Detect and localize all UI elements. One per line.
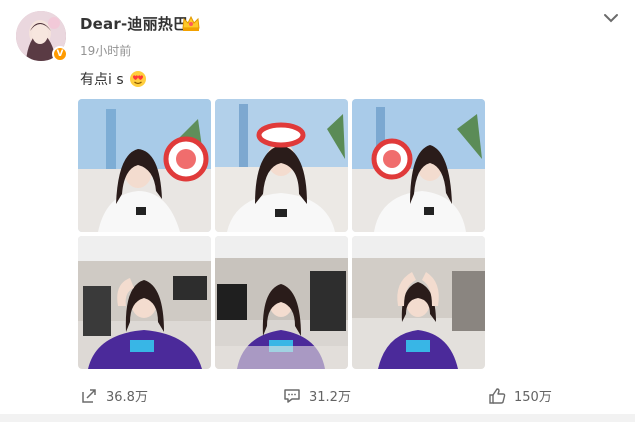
card-divider <box>0 414 635 422</box>
forward-button[interactable]: 36.8万 <box>80 386 148 405</box>
comment-count: 31.2万 <box>309 390 351 405</box>
crown-emoji-icon <box>182 15 200 31</box>
photo-3[interactable] <box>352 99 485 232</box>
chevron-down-icon[interactable] <box>603 12 619 24</box>
weibo-post-card: V Dear-迪丽热巴 19小时前 有点i s 36.8万 31.2万 150万 <box>0 0 635 422</box>
username[interactable]: Dear-迪丽热巴 <box>80 13 188 34</box>
verified-badge-icon: V <box>52 46 68 62</box>
photo-5[interactable] <box>215 236 348 369</box>
comment-button[interactable]: 31.2万 <box>283 386 351 405</box>
action-bar: 36.8万 31.2万 150万 <box>0 378 635 414</box>
heart-eyes-emoji-icon <box>129 71 146 87</box>
photo-1[interactable] <box>78 99 211 232</box>
like-count: 150万 <box>514 390 552 405</box>
like-button[interactable]: 150万 <box>488 386 552 405</box>
forward-count: 36.8万 <box>106 390 148 405</box>
photo-grid <box>78 99 486 369</box>
photo-4[interactable] <box>78 236 211 369</box>
post-timestamp[interactable]: 19小时前 <box>80 42 131 59</box>
post-text: 有点i s <box>80 72 124 88</box>
forward-icon <box>82 388 96 403</box>
photo-6[interactable] <box>352 236 485 369</box>
comment-icon <box>284 388 300 403</box>
thumbs-up-icon <box>489 387 506 404</box>
photo-2[interactable] <box>215 99 348 232</box>
post-content: 有点i s <box>80 69 147 89</box>
